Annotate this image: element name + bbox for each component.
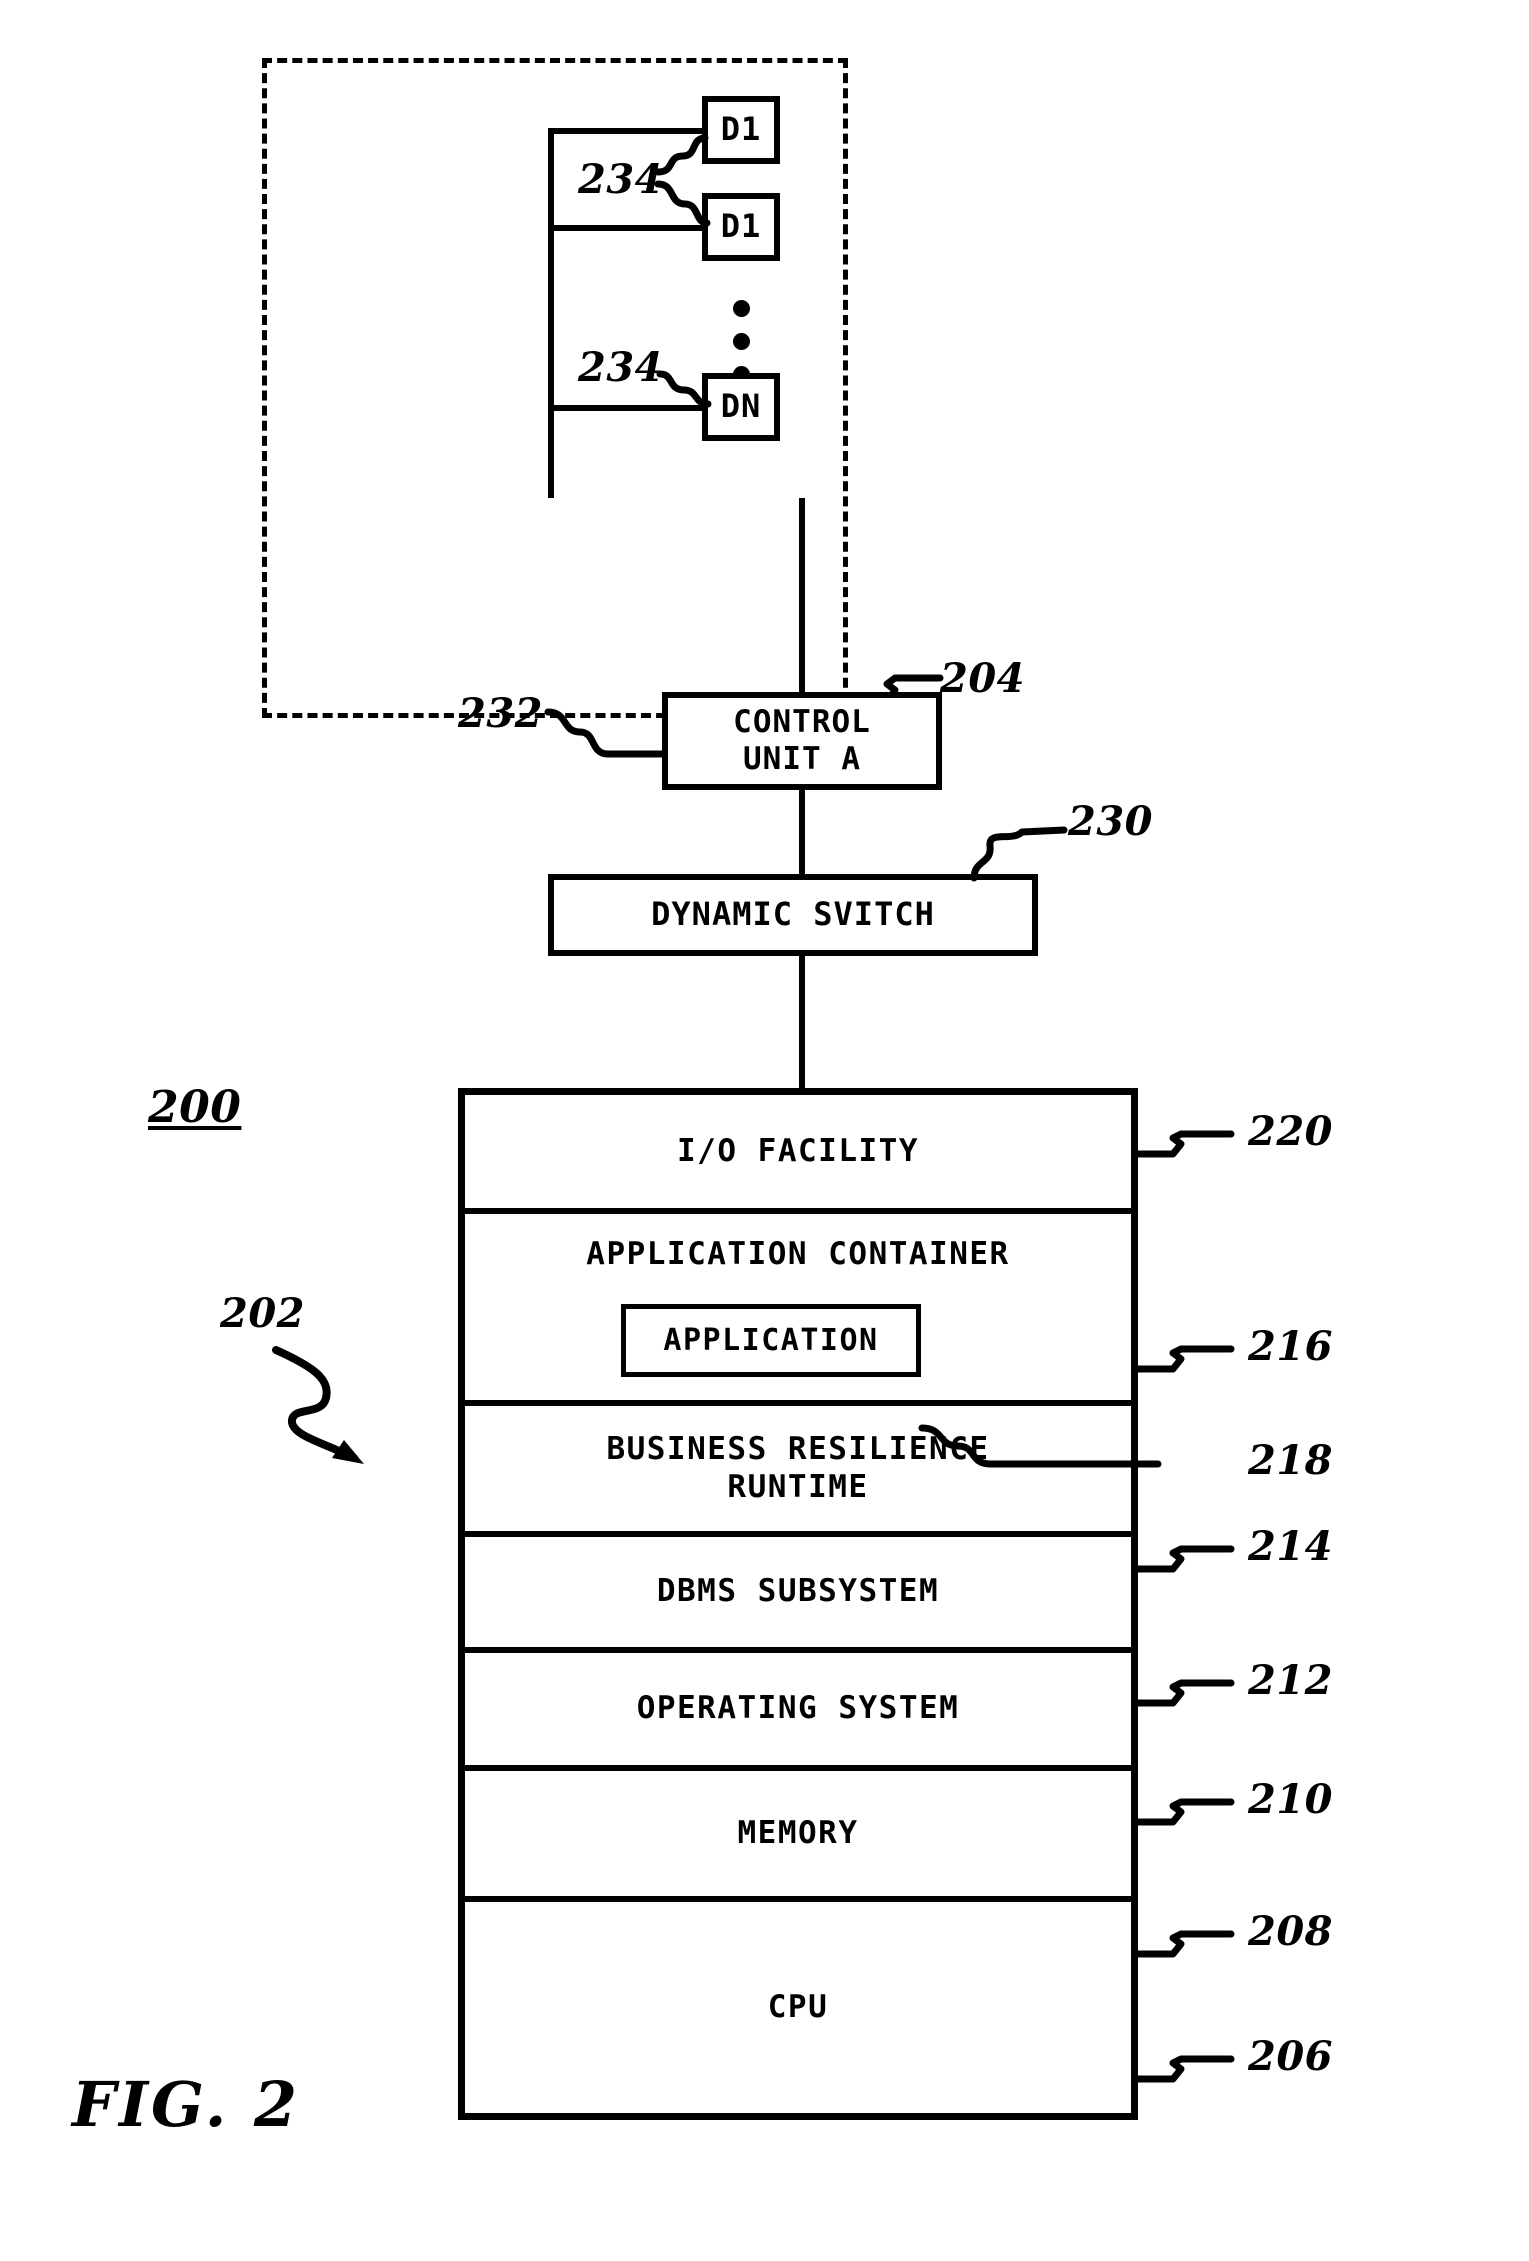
ref-202: 202 bbox=[220, 1290, 305, 1337]
ref-212-leader bbox=[1133, 1679, 1235, 1707]
device-ellipsis-dots bbox=[733, 300, 750, 383]
stack-row-memory: MEMORY bbox=[465, 1771, 1131, 1902]
device-box-d1-first: D1 bbox=[702, 96, 780, 164]
bus-to-control-unit-line bbox=[799, 498, 805, 694]
control-unit-to-switch-line bbox=[799, 788, 805, 878]
stack-row-dbms-subsystem: DBMS SUBSYSTEM bbox=[465, 1537, 1131, 1653]
stack-row-application-container: APPLICATION CONTAINER APPLICATION bbox=[465, 1214, 1131, 1406]
ref-220-leader bbox=[1133, 1130, 1235, 1158]
device-connector-dn bbox=[548, 405, 706, 411]
ref-220: 220 bbox=[1248, 1108, 1333, 1155]
ref-202-arrow bbox=[272, 1346, 364, 1464]
ref-230: 230 bbox=[1068, 798, 1153, 845]
ref-206: 206 bbox=[1248, 2033, 1333, 2080]
ref-210: 210 bbox=[1248, 1776, 1333, 1823]
ref-216-leader bbox=[1133, 1345, 1235, 1373]
ref-208: 208 bbox=[1248, 1908, 1333, 1955]
ref-214: 214 bbox=[1248, 1523, 1333, 1570]
application-box: APPLICATION bbox=[621, 1304, 921, 1377]
stack-row-label-line2: RUNTIME bbox=[727, 1468, 869, 1505]
device-label: DN bbox=[720, 387, 762, 426]
ref-218: 218 bbox=[1248, 1437, 1333, 1484]
control-unit-label-line2: UNIT A bbox=[743, 741, 861, 777]
ref-216: 216 bbox=[1248, 1323, 1333, 1370]
stack-row-operating-system: OPERATING SYSTEM bbox=[465, 1653, 1131, 1771]
device-bus-vertical-line bbox=[548, 128, 554, 498]
stack-row-label: MEMORY bbox=[737, 1814, 859, 1851]
figure-caption: FIG. 2 bbox=[72, 2068, 301, 2141]
stack-row-io-facility: I/O FACILITY bbox=[465, 1095, 1131, 1214]
stack-row-label-line1: BUSINESS RESILIENCE bbox=[606, 1431, 990, 1468]
ref-208-leader bbox=[1133, 1930, 1235, 1958]
ref-232: 232 bbox=[458, 690, 543, 737]
ref-212: 212 bbox=[1248, 1657, 1333, 1704]
device-connector-d1b bbox=[548, 225, 706, 231]
application-label: APPLICATION bbox=[663, 1322, 879, 1358]
stack-row-label: CPU bbox=[767, 1988, 829, 2025]
device-connector-d1a bbox=[548, 128, 706, 134]
stack-row-label: APPLICATION CONTAINER bbox=[586, 1236, 1010, 1272]
device-label: D1 bbox=[720, 207, 762, 246]
ref-234-bottom: 234 bbox=[578, 344, 663, 391]
patent-figure-page: 204 D1 D1 DN 234 234 CONTROL UNIT A 232 bbox=[0, 0, 1529, 2261]
device-box-d1-second: D1 bbox=[702, 193, 780, 261]
ref-204: 204 bbox=[940, 655, 1025, 702]
dynamic-switch-label: DYNAMIC SVITCH bbox=[651, 895, 935, 934]
ref-206-leader bbox=[1133, 2055, 1235, 2083]
stack-row-business-resilience-runtime: BUSINESS RESILIENCE RUNTIME bbox=[465, 1406, 1131, 1537]
device-box-dn: DN bbox=[702, 373, 780, 441]
dot bbox=[733, 333, 750, 350]
host-system-stack: I/O FACILITY APPLICATION CONTAINER APPLI… bbox=[458, 1088, 1138, 2120]
control-unit-box: CONTROL UNIT A bbox=[662, 692, 942, 790]
stack-row-label: OPERATING SYSTEM bbox=[636, 1690, 960, 1727]
device-label: D1 bbox=[720, 110, 762, 149]
control-unit-label-line1: CONTROL bbox=[733, 704, 871, 741]
ref-210-leader bbox=[1133, 1798, 1235, 1826]
ref-234-top: 234 bbox=[578, 156, 663, 203]
switch-to-host-line bbox=[799, 956, 805, 1091]
dynamic-switch-box: DYNAMIC SVITCH bbox=[548, 874, 1038, 956]
stack-row-label: I/O FACILITY bbox=[677, 1132, 919, 1169]
ref-200: 200 bbox=[148, 1082, 242, 1133]
ref-214-leader bbox=[1133, 1545, 1235, 1573]
stack-row-cpu: CPU bbox=[465, 1902, 1131, 2113]
dot bbox=[733, 300, 750, 317]
stack-row-label: DBMS SUBSYSTEM bbox=[656, 1573, 940, 1610]
